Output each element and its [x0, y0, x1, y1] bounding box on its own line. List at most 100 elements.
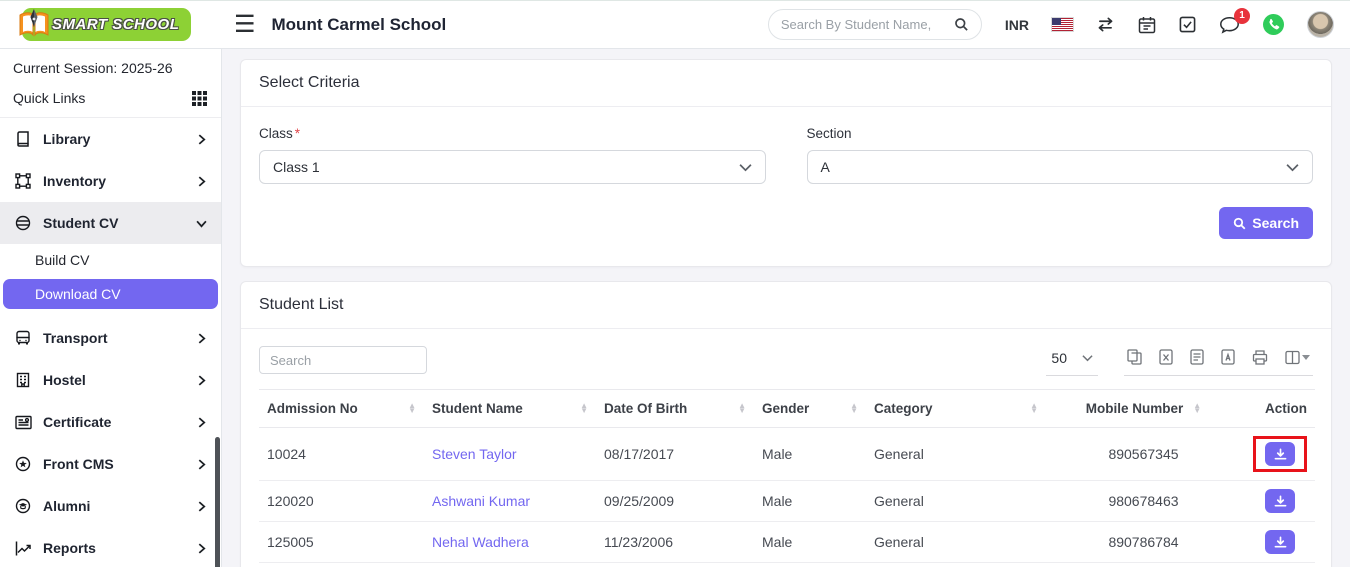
caret-down-icon: [1302, 355, 1310, 360]
main-content: Select Criteria Class* Class 1: [222, 49, 1350, 567]
section-label: Section: [807, 126, 1314, 141]
table-search-input[interactable]: [259, 346, 427, 374]
sidebar: Current Session: 2025-26 Quick Links Lib…: [0, 49, 222, 567]
page-length-select[interactable]: 50: [1046, 347, 1098, 376]
col-gender[interactable]: Gender▲▼: [754, 390, 866, 428]
chevron-right-icon: [196, 333, 207, 344]
section-field-group: Section A: [807, 126, 1314, 184]
gender-cell: Male: [754, 563, 866, 567]
copy-icon[interactable]: [1127, 349, 1142, 365]
table-header-row: Admission No▲▼ Student Name▲▼ Date Of Bi…: [259, 390, 1315, 428]
sidebar-item-certificate[interactable]: Certificate: [0, 401, 221, 443]
current-session-label: Current Session: 2025-26: [0, 49, 221, 81]
search-icon: [1233, 217, 1246, 230]
chevron-down-icon: [196, 218, 207, 229]
columns-icon[interactable]: [1285, 350, 1310, 365]
top-header: SMART SCHOOL ☰ Mount Carmel School INR: [0, 1, 1350, 49]
us-flag-icon[interactable]: [1052, 18, 1073, 31]
chat-icon[interactable]: 1: [1219, 16, 1240, 34]
brand-logo-badge: SMART SCHOOL: [22, 8, 191, 41]
swap-icon[interactable]: [1096, 17, 1115, 32]
whatsapp-icon[interactable]: [1263, 14, 1284, 35]
sidebar-item-student-cv[interactable]: Student CV: [0, 202, 221, 244]
reports-icon: [14, 541, 32, 556]
sort-icon: ▲▼: [408, 404, 416, 413]
cms-icon: [14, 456, 32, 472]
currency-label[interactable]: INR: [1005, 17, 1029, 33]
sidebar-item-reports[interactable]: Reports: [0, 527, 221, 567]
section-select[interactable]: A: [807, 150, 1314, 184]
search-button[interactable]: Search: [1219, 207, 1313, 239]
table-row: 18001 Edward Thomas 10/24/2013 Male Gene…: [259, 563, 1315, 567]
col-date-of-birth[interactable]: Date Of Birth▲▼: [596, 390, 754, 428]
excel-icon[interactable]: [1159, 349, 1173, 365]
grid-icon[interactable]: [190, 91, 208, 106]
class-select[interactable]: Class 1: [259, 150, 766, 184]
task-check-icon[interactable]: [1179, 16, 1196, 33]
download-cv-button[interactable]: [1265, 489, 1295, 513]
sidebar-item-label: Library: [43, 131, 90, 147]
sidebar-item-inventory[interactable]: Inventory: [0, 160, 221, 202]
quick-links-label: Quick Links: [13, 90, 85, 106]
search-icon[interactable]: [954, 17, 969, 32]
dob-cell: 09/25/2009: [596, 481, 754, 522]
sort-icon: ▲▼: [580, 404, 588, 413]
global-search-input[interactable]: [781, 17, 948, 32]
student-name-link[interactable]: Ashwani Kumar: [432, 493, 530, 509]
student-name-link[interactable]: Nehal Wadhera: [432, 534, 529, 550]
admission-no-cell: 18001: [259, 563, 424, 567]
book-icon: [14, 131, 32, 147]
header-actions: INR 1: [768, 9, 1350, 40]
mobile-cell: 890786784: [1046, 522, 1241, 563]
bus-icon: [14, 330, 32, 346]
chevron-down-icon: [1286, 163, 1299, 172]
alumni-icon: [14, 498, 32, 514]
sidebar-item-hostel[interactable]: Hostel: [0, 359, 221, 401]
sidebar-item-label: Hostel: [43, 372, 86, 388]
category-cell: General: [866, 563, 1046, 567]
chevron-right-icon: [196, 543, 207, 554]
sidebar-item-download-cv[interactable]: Download CV: [3, 279, 218, 309]
calendar-icon[interactable]: [1138, 16, 1156, 34]
sidebar-item-library[interactable]: Library: [0, 118, 221, 160]
gender-cell: Male: [754, 522, 866, 563]
chevron-right-icon: [196, 134, 207, 145]
mobile-cell: 8906785675: [1046, 563, 1241, 567]
print-icon[interactable]: [1252, 350, 1268, 365]
pdf-icon[interactable]: [1221, 349, 1235, 365]
brand-logo[interactable]: SMART SCHOOL: [0, 8, 222, 41]
chevron-right-icon: [196, 459, 207, 470]
col-admission-no[interactable]: Admission No▲▼: [259, 390, 424, 428]
menu-icon[interactable]: ☰: [234, 13, 256, 37]
admission-no-cell: 125005: [259, 522, 424, 563]
download-cv-button[interactable]: [1265, 530, 1295, 554]
user-avatar[interactable]: [1307, 11, 1334, 38]
page-title: Mount Carmel School: [272, 15, 447, 35]
panel-title: Student List: [241, 282, 1331, 329]
admission-no-cell: 10024: [259, 428, 424, 481]
col-action: Action: [1241, 390, 1315, 428]
cv-icon: [14, 215, 32, 231]
download-cv-button[interactable]: [1265, 442, 1295, 466]
sidebar-item-quick-links[interactable]: Quick Links: [0, 81, 221, 118]
sidebar-item-alumni[interactable]: Alumni: [0, 485, 221, 527]
brand-logo-text: SMART SCHOOL: [52, 16, 179, 33]
sidebar-item-label: Student CV: [43, 215, 118, 231]
certificate-icon: [14, 415, 32, 430]
sidebar-item-transport[interactable]: Transport: [0, 317, 221, 359]
student-name-link[interactable]: Steven Taylor: [432, 446, 517, 462]
sidebar-item-front-cms[interactable]: Front CMS: [0, 443, 221, 485]
sidebar-item-build-cv[interactable]: Build CV: [0, 244, 221, 276]
sidebar-item-label: Certificate: [43, 414, 111, 430]
file-icon[interactable]: [1190, 349, 1204, 365]
col-category[interactable]: Category▲▼: [866, 390, 1046, 428]
sidebar-item-label: Alumni: [43, 498, 90, 514]
col-mobile-number[interactable]: Mobile Number▲▼: [1046, 390, 1241, 428]
chevron-down-icon: [739, 163, 752, 172]
global-search[interactable]: [768, 9, 982, 40]
sidebar-scrollbar[interactable]: [215, 437, 220, 567]
class-label: Class*: [259, 126, 766, 141]
chevron-right-icon: [196, 375, 207, 386]
col-student-name[interactable]: Student Name▲▼: [424, 390, 596, 428]
sidebar-item-label: Inventory: [43, 173, 106, 189]
